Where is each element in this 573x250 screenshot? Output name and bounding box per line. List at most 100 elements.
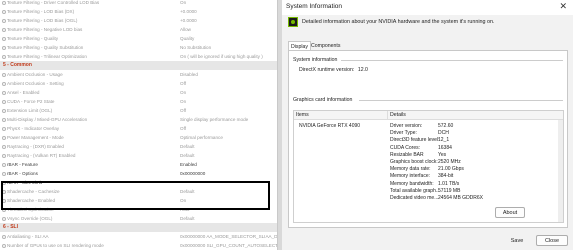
settings-row[interactable]: Ambient Occlusion - Setting Off [0,79,277,88]
table-header: Items Details [294,111,563,120]
setting-gear-icon [2,153,6,158]
settings-row[interactable]: rBAR - Options 0x00000000 [0,169,277,178]
settings-row[interactable]: Texture Filtering - LOD Bias (OGL) +0.000… [0,16,277,25]
system-information-dialog: System Information ✕ Detailed informatio… [282,0,573,250]
setting-gear-icon [2,126,6,131]
detail-value: 1.01 TB/s [438,180,460,187]
settings-row[interactable]: Raytracing - (DXR) Enabled Default [0,142,277,151]
setting-name: Raytracing - (Vulkan RT) Enabled [7,153,76,158]
setting-value: On ( will be ignored if using high quali… [180,54,263,59]
settings-row[interactable]: Ansel - Enabled On [0,88,277,97]
settings-row[interactable]: PhysX - Indicator Overlay Off [0,124,277,133]
setting-value: 0x00000000 SLI_GPU_COUNT_AUTOSELECT [180,243,278,248]
settings-row[interactable]: Texture Filtering - Quality Substitution… [0,43,277,52]
settings-row[interactable]: Power Management - Mode Optimal performan… [0,133,277,142]
dialog-title: System Information [286,3,342,10]
detail-key: Memory bandwidth: [390,180,434,187]
setting-value: +0.0000 [180,18,197,23]
highlight-box-rbar [1,181,270,210]
setting-name: Texture Filtering - Quality Substitution [7,45,84,50]
setting-name: Texture Filtering - LOD Bias (OGL) [7,18,78,23]
setting-name: rBAR - Feature [7,162,38,167]
setting-gear-icon [2,27,6,32]
settings-row[interactable]: Texture Filtering - Quality Quality [0,34,277,43]
detail-key: Direct3D feature level: [390,137,440,144]
display-tab-panel: System information DirectX runtime versi… [288,50,568,228]
setting-name: Ansel - Enabled [7,90,40,95]
directx-value: 12.0 [357,67,368,73]
setting-value: Default [180,216,195,221]
detail-value: 24564 MB GDDR6X [438,195,484,201]
close-icon[interactable]: ✕ [559,1,567,12]
dialog-description: Detailed information about your NVIDIA h… [302,19,495,25]
settings-row[interactable]: Antialiasing - SLI AA 0x00000000 AA_MODE_… [0,232,278,241]
setting-name: Texture Filtering - Trilinear Optimizati… [7,54,87,59]
setting-value: Allow [180,27,191,32]
settings-row[interactable]: Extension Limit (OGL) Off [0,106,277,115]
detail-key: Dedicated video me... [390,195,439,201]
settings-row[interactable]: Ambient Occlusion - Usage Disabled [0,70,277,79]
setting-value: Default [180,144,195,149]
detail-value: 2520 MHz [438,159,461,165]
dialog-info-row: Detailed information about your NVIDIA h… [288,17,568,29]
setting-value: Default [180,153,195,158]
detail-key: Driver version: [390,123,423,129]
setting-name: Multi-Display / Mixed-GPU Acceleration [7,117,88,122]
detail-key: Memory interface: [390,173,431,180]
close-button[interactable]: Close [536,235,568,246]
section-divider [359,100,563,101]
system-information-heading: System information [293,57,338,63]
settings-group-header[interactable]: 5 - Common [0,61,277,70]
setting-name: CUDA - Force P2 State [7,99,55,104]
setting-gear-icon [2,54,6,59]
save-button[interactable]: Save [504,236,530,247]
column-header-items[interactable]: Items [296,111,309,120]
table-scrollbar[interactable] [558,120,563,222]
gpu-item[interactable]: NVIDIA GeForce RTX 4090 [299,123,360,129]
setting-value: Off [180,81,187,86]
setting-value: Disabled [180,72,198,77]
column-header-details[interactable]: Details [387,111,406,120]
setting-name: Texture Filtering - Quality [7,36,59,41]
setting-name: Texture Filtering - LOD Bias (DX) [7,9,75,14]
setting-value: 0x00000000 AA_MODE_SELECTOR_SLIAA_DISABL… [180,234,278,239]
settings-row[interactable]: Multi-Display / Mixed-GPU Acceleration Si… [0,115,277,124]
setting-name: Power Management - Mode [7,135,64,140]
settings-list-panel: Texture Filtering - Driver Controlled LO… [0,0,278,250]
setting-gear-icon [2,81,6,86]
detail-value: 16384 [438,144,452,151]
setting-name: Texture Filtering - Driver Controlled LO… [7,0,100,5]
settings-row[interactable]: Texture Filtering - Trilinear Optimizati… [0,52,277,61]
setting-value: On [180,0,187,5]
directx-runtime-row: DirectX runtime version: 12.0 [299,67,370,73]
about-button[interactable]: About [495,207,525,218]
directx-label: DirectX runtime version: [299,67,355,73]
settings-row[interactable]: Raytracing - (Vulkan RT) Enabled Default [0,151,277,160]
setting-value: Quality [180,36,195,41]
detail-value: Yes [438,151,447,158]
setting-gear-icon [2,234,6,239]
setting-gear-icon [2,171,6,176]
setting-name: Extension Limit (OGL) [7,108,53,113]
settings-row[interactable]: Vsync Override (OGL) Default [0,214,277,223]
settings-row[interactable]: Texture Filtering - Negative LOD bias All… [0,25,277,34]
setting-name: 5 - Common [3,62,32,68]
setting-name: Vsync Override (OGL) [7,216,53,221]
settings-row[interactable]: Texture Filtering - LOD Bias (DX) +0.0000 [0,7,277,16]
setting-name: PhysX - Indicator Overlay [7,126,60,131]
detail-value: 21.00 Gbps [438,166,464,173]
setting-value: On [180,99,187,104]
setting-gear-icon [2,0,6,5]
settings-group-header[interactable]: 6 - SLI [0,223,277,232]
setting-value: +0.0000 [180,9,197,14]
setting-value: On [180,90,187,95]
nvidia-logo-icon [288,17,298,27]
setting-gear-icon [2,216,6,221]
detail-value: DCH [438,130,449,137]
setting-name: rBAR - Options [7,171,38,176]
setting-value: Optimal performance [180,135,223,140]
settings-row[interactable]: Number of GPUs to use on SLI rendering m… [0,241,278,250]
settings-row[interactable]: Texture Filtering - Driver Controlled LO… [0,0,277,7]
settings-row[interactable]: CUDA - Force P2 State On [0,97,277,106]
settings-row[interactable]: rBAR - Feature Enabled [0,160,277,169]
